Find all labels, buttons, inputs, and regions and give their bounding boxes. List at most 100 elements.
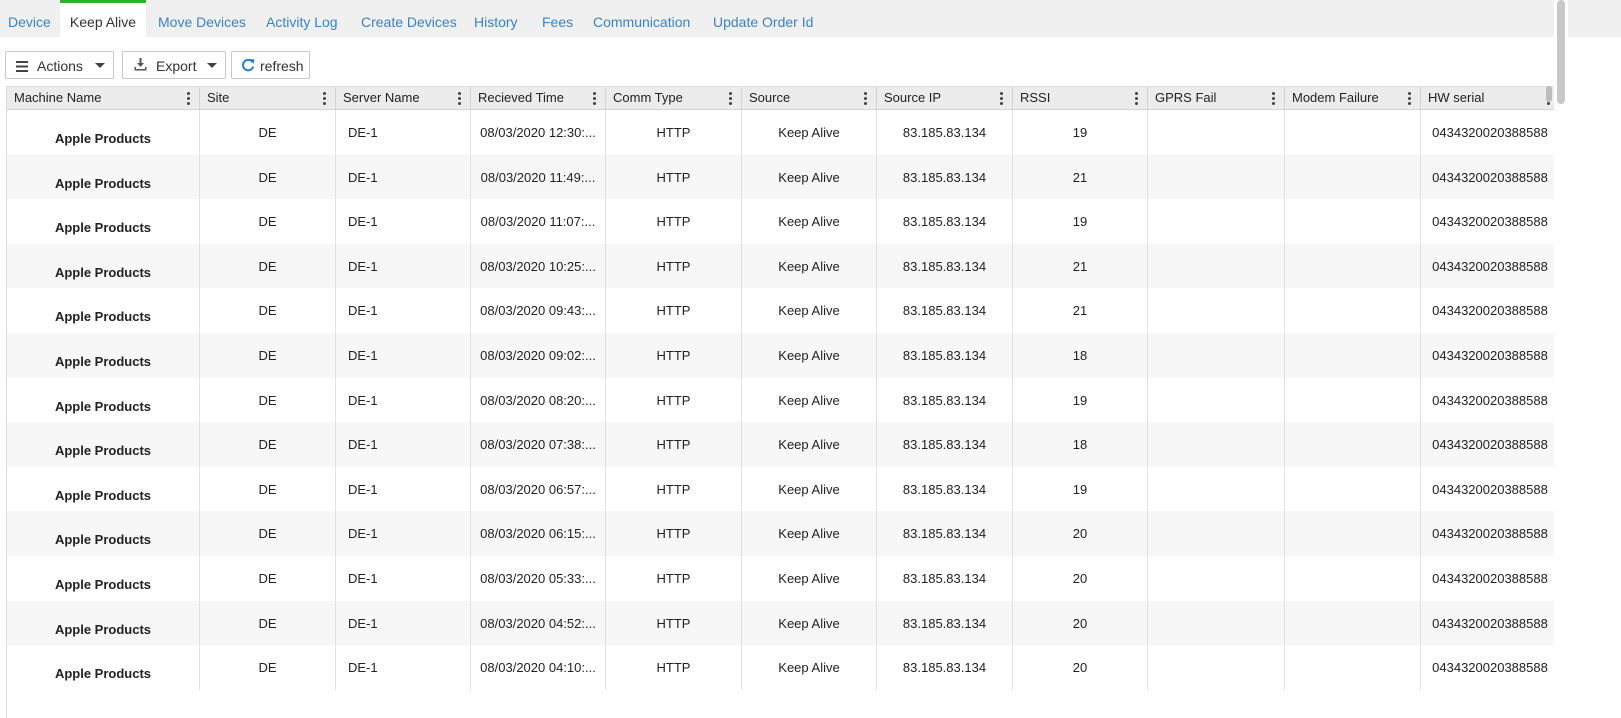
table-row[interactable]: Apple Products DE DE-1 08/03/2020 08:20:...… <box>7 377 1559 423</box>
cell-received-time: 08/03/2020 06:57:... <box>471 466 606 512</box>
table-row[interactable]: Apple Products DE DE-1 08/03/2020 09:02:...… <box>7 333 1559 378</box>
cell-hw-serial: 0434320020388588 <box>1421 467 1559 512</box>
column-header-server-name[interactable]: Server Name <box>336 87 471 110</box>
tab-keep-alive[interactable]: Keep Alive <box>60 0 146 37</box>
grid-scrollbar[interactable] <box>1542 86 1554 104</box>
table-row[interactable]: Apple Products DE DE-1 08/03/2020 11:07:...… <box>7 199 1559 244</box>
tab-communication[interactable]: Communication <box>593 0 690 37</box>
source-value: Keep Alive <box>778 214 840 230</box>
column-menu-icon[interactable] <box>864 92 867 105</box>
received-time-value: 08/03/2020 05:33:... <box>480 571 596 586</box>
tab-activity-log[interactable]: Activity Log <box>266 0 338 37</box>
column-header-hw-serial[interactable]: HW serial <box>1421 87 1559 110</box>
cell-received-time: 08/03/2020 05:33:... <box>471 556 606 601</box>
site-value: DE <box>258 437 277 453</box>
cell-source: Keep Alive <box>742 645 877 690</box>
cell-machine-name: Apple Products <box>7 645 200 690</box>
rssi-value: 21 <box>1072 303 1088 319</box>
table-row[interactable]: Apple Products DE DE-1 08/03/2020 09:43:...… <box>7 288 1559 333</box>
machine-name-value: Apple Products <box>54 621 152 637</box>
column-header-source-ip[interactable]: Source IP <box>877 87 1013 110</box>
machine-name-value: Apple Products <box>54 354 152 369</box>
server-name-value: DE-1 <box>348 348 378 363</box>
comm-type-value: HTTP <box>656 214 691 230</box>
cell-gprs-fail <box>1148 333 1285 378</box>
cell-rssi: 19 <box>1013 377 1148 423</box>
table-row[interactable]: Apple Products DE DE-1 08/03/2020 11:49:...… <box>7 154 1559 200</box>
table-row[interactable]: Apple Products DE DE-1 08/03/2020 04:10:...… <box>7 645 1559 690</box>
cell-site: DE <box>200 333 336 378</box>
cell-machine-name: Apple Products <box>7 511 200 556</box>
refresh-button[interactable]: refresh <box>231 51 310 79</box>
cell-hw-serial: 0434320020388588 <box>1421 645 1559 690</box>
server-name-value: DE-1 <box>348 615 378 631</box>
tab-create-devices[interactable]: Create Devices <box>361 0 457 37</box>
column-header-source[interactable]: Source <box>742 87 877 110</box>
cell-source-ip: 83.185.83.134 <box>877 333 1013 378</box>
table-row[interactable]: Apple Products DE DE-1 08/03/2020 06:57:...… <box>7 466 1559 512</box>
rssi-value: 21 <box>1072 258 1088 274</box>
machine-name-value: Apple Products <box>54 666 152 682</box>
machine-name-value: Apple Products <box>54 264 152 280</box>
cell-source: Keep Alive <box>742 199 877 244</box>
table-row[interactable]: Apple Products DE DE-1 08/03/2020 04:52:...… <box>7 600 1559 646</box>
tab-move-devices[interactable]: Move Devices <box>158 0 246 37</box>
column-menu-icon[interactable] <box>593 92 596 105</box>
tab-update-order-id[interactable]: Update Order Id <box>713 0 813 37</box>
cell-gprs-fail <box>1148 199 1285 244</box>
cell-modem-failure <box>1285 110 1421 155</box>
cell-modem-failure <box>1285 288 1421 333</box>
column-menu-icon[interactable] <box>458 92 461 105</box>
hw-serial-value: 0434320020388588 <box>1432 437 1548 453</box>
cell-source-ip: 83.185.83.134 <box>877 422 1013 467</box>
column-menu-icon[interactable] <box>323 92 326 105</box>
tab-history[interactable]: History <box>474 0 518 37</box>
page-scrollbar-thumb[interactable] <box>1557 0 1565 104</box>
column-menu-icon[interactable] <box>187 92 190 105</box>
tab-fees[interactable]: Fees <box>542 0 573 37</box>
export-button[interactable]: Export <box>122 51 226 79</box>
table-row[interactable]: Apple Products DE DE-1 08/03/2020 06:15:...… <box>7 511 1559 556</box>
comm-type-value: HTTP <box>656 660 691 676</box>
column-header-machine-name[interactable]: Machine Name <box>7 87 200 110</box>
cell-site: DE <box>200 199 336 244</box>
column-menu-icon[interactable] <box>1135 92 1138 105</box>
actions-button[interactable]: Actions <box>5 51 114 79</box>
hw-serial-value: 0434320020388588 <box>1432 303 1548 319</box>
page-scrollbar[interactable] <box>1554 0 1568 718</box>
column-header-modem-failure[interactable]: Modem Failure <box>1285 87 1421 110</box>
column-header-received-time[interactable]: Recieved Time <box>471 87 606 110</box>
column-menu-icon[interactable] <box>1000 92 1003 105</box>
table-row[interactable]: Apple Products DE DE-1 08/03/2020 10:25:...… <box>7 243 1559 289</box>
cell-comm-type: HTTP <box>606 377 742 423</box>
cell-comm-type: HTTP <box>606 288 742 333</box>
received-time-value: 08/03/2020 11:49:... <box>480 169 596 185</box>
cell-received-time: 08/03/2020 11:07:... <box>471 199 606 244</box>
table-row[interactable]: Apple Products DE DE-1 08/03/2020 07:38:...… <box>7 422 1559 467</box>
column-menu-icon[interactable] <box>729 92 732 105</box>
site-value: DE <box>258 615 277 631</box>
cell-server-name: DE-1 <box>336 154 471 200</box>
rssi-value: 19 <box>1072 125 1088 140</box>
comm-type-value: HTTP <box>656 125 691 140</box>
tab-device[interactable]: Device <box>8 0 51 37</box>
cell-gprs-fail <box>1148 645 1285 690</box>
cell-comm-type: HTTP <box>606 556 742 601</box>
cell-machine-name: Apple Products <box>7 377 200 423</box>
column-header-gprs-fail[interactable]: GPRS Fail <box>1148 87 1285 110</box>
column-header-site[interactable]: Site <box>200 87 336 110</box>
cell-site: DE <box>200 645 336 690</box>
table-row[interactable]: Apple Products DE DE-1 08/03/2020 05:33:...… <box>7 556 1559 601</box>
cell-hw-serial: 0434320020388588 <box>1421 378 1559 423</box>
cell-machine-name: Apple Products <box>7 154 200 200</box>
source-value: Keep Alive <box>778 348 840 363</box>
tab-bar: Device Keep Alive Move Devices Activity … <box>0 0 1621 37</box>
column-menu-icon[interactable] <box>1272 92 1275 105</box>
rssi-value: 18 <box>1072 437 1088 453</box>
machine-name-value: Apple Products <box>54 487 152 503</box>
column-header-rssi[interactable]: RSSI <box>1013 87 1148 110</box>
column-menu-icon[interactable] <box>1408 92 1411 105</box>
column-header-comm-type[interactable]: Comm Type <box>606 87 742 110</box>
site-value: DE <box>258 303 277 319</box>
table-row[interactable]: Apple Products DE DE-1 08/03/2020 12:30:...… <box>7 110 1559 155</box>
